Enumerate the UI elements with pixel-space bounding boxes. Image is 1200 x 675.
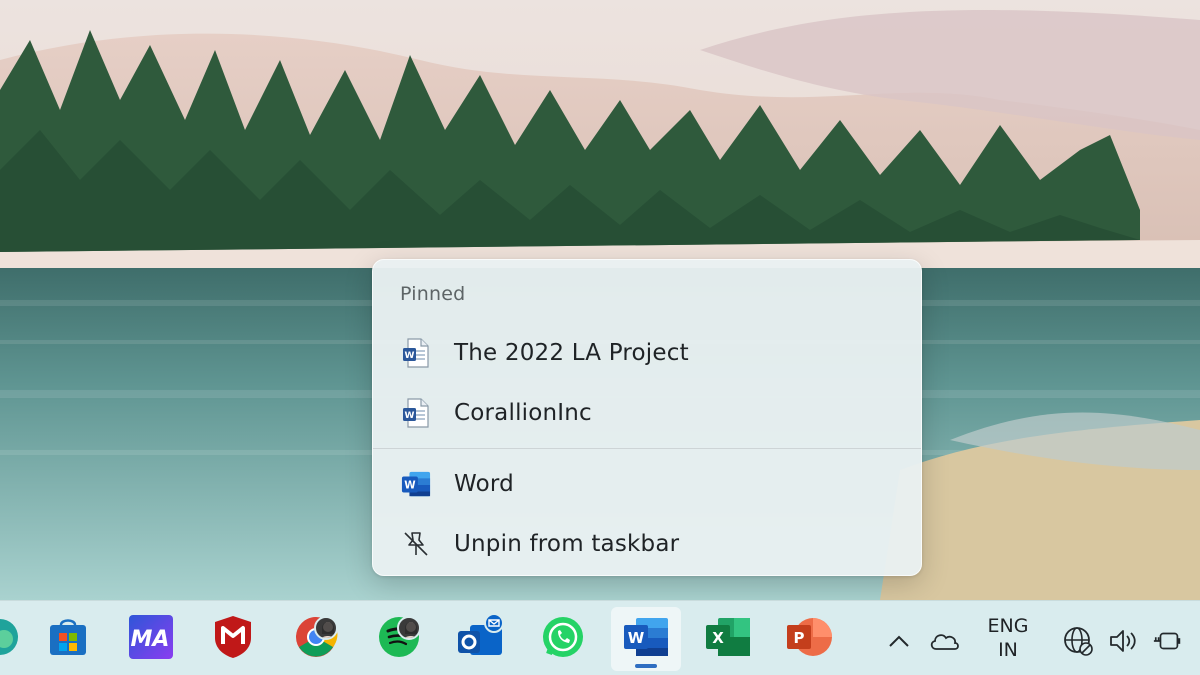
network-globe-icon[interactable]: [1062, 625, 1094, 657]
onedrive-cloud-icon[interactable]: [928, 625, 960, 657]
unpin-icon: [401, 529, 431, 559]
word-icon: W: [622, 615, 670, 663]
taskbar-outlook[interactable]: [456, 613, 508, 665]
profile-avatar: [397, 616, 421, 640]
taskbar-microsoft-store[interactable]: [42, 613, 94, 665]
svg-text:W: W: [404, 480, 416, 492]
profile-avatar: [314, 616, 338, 640]
taskbar-word[interactable]: W: [611, 607, 681, 671]
svg-text:X: X: [712, 629, 724, 647]
edge-icon: [0, 615, 22, 663]
svg-text:W: W: [405, 351, 415, 361]
taskbar-whatsapp[interactable]: [537, 613, 589, 665]
pinned-item-corallioninc[interactable]: W CorallionInc: [381, 386, 915, 440]
powerpoint-icon: P: [785, 615, 833, 663]
language-code: ENG: [987, 615, 1029, 637]
taskbar-jump-list: Pinned W The 2022 LA Project W Corallion…: [372, 259, 922, 576]
outlook-icon: [456, 613, 508, 665]
language-indicator[interactable]: ENG IN: [980, 614, 1036, 662]
taskbar-mcafee[interactable]: [207, 613, 259, 665]
volume-icon[interactable]: [1107, 625, 1139, 657]
word-document-icon: W: [401, 398, 431, 428]
svg-text:MA: MA: [131, 627, 170, 652]
battery-plug-icon[interactable]: [1152, 625, 1184, 657]
region-code: IN: [998, 639, 1018, 661]
taskbar-chrome[interactable]: [290, 613, 342, 665]
jump-list-divider: [373, 448, 921, 449]
chevron-up-icon[interactable]: [883, 625, 915, 657]
svg-text:W: W: [628, 629, 645, 647]
store-icon: [46, 615, 90, 663]
svg-text:W: W: [405, 411, 415, 421]
action-label: Word: [454, 471, 514, 497]
taskbar-excel[interactable]: X: [702, 613, 754, 665]
taskbar-edge[interactable]: [0, 613, 26, 665]
word-app-icon: W: [401, 469, 431, 499]
pinned-item-label: CorallionInc: [454, 400, 592, 426]
open-word-item[interactable]: W Word: [381, 457, 915, 511]
mcafee-icon: [211, 614, 255, 664]
taskbar: MA W X P ENG IN: [0, 600, 1200, 675]
ma-app-icon: MA: [128, 614, 174, 664]
excel-icon: X: [704, 615, 752, 663]
whatsapp-icon: [540, 614, 586, 664]
taskbar-spotify[interactable]: [373, 613, 425, 665]
word-document-icon: W: [401, 338, 431, 368]
taskbar-ma-app[interactable]: MA: [125, 613, 177, 665]
svg-text:P: P: [794, 629, 805, 647]
taskbar-powerpoint[interactable]: P: [783, 613, 835, 665]
active-app-indicator: [635, 664, 657, 668]
pinned-item-label: The 2022 LA Project: [454, 340, 689, 366]
pinned-item-la-project[interactable]: W The 2022 LA Project: [381, 326, 915, 380]
pinned-section-header: Pinned: [400, 283, 466, 305]
action-label: Unpin from taskbar: [454, 531, 680, 557]
unpin-from-taskbar-item[interactable]: Unpin from taskbar: [381, 517, 915, 571]
